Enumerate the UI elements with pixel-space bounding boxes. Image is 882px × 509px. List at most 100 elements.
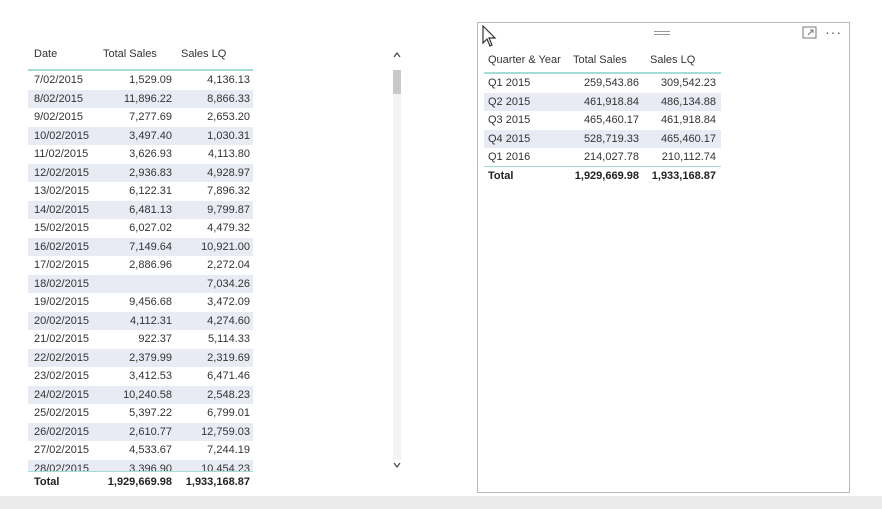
table-row[interactable]: 12/02/2015 2,936.83 4,928.97 — [28, 163, 253, 182]
drag-handle-icon[interactable] — [654, 31, 670, 37]
table-row[interactable]: 25/02/2015 5,397.22 6,799.01 — [28, 404, 253, 422]
cell-date: 17/02/2015 — [34, 259, 90, 271]
cell-sales-lq: 461,918.84 — [660, 114, 716, 126]
column-header-date[interactable]: Date — [34, 48, 57, 60]
cell-quarter-year: Q1 2015 — [488, 77, 531, 89]
cell-date: 23/02/2015 — [34, 370, 90, 382]
table-row[interactable]: 17/02/2015 2,886.96 2,272.04 — [28, 256, 253, 274]
cell-sales-lq: 6,471.46 — [207, 370, 250, 382]
cell-total-sales: 5,397.22 — [129, 407, 172, 419]
cell-sales-lq: 1,030.31 — [207, 129, 250, 142]
cell-date: 9/02/2015 — [34, 111, 83, 123]
cell-date: 8/02/2015 — [34, 92, 83, 105]
cell-sales-lq: 9,799.87 — [207, 203, 250, 216]
cell-sales-lq: 309,542.23 — [660, 77, 716, 89]
cell-total-sales: 3,396.90 — [129, 462, 172, 472]
cell-total-sales: 3,412.53 — [129, 370, 172, 382]
cell-date: 21/02/2015 — [34, 333, 90, 345]
table-row[interactable]: 21/02/2015 922.37 5,114.33 — [28, 330, 253, 348]
cell-total-sales: 465,460.17 — [583, 114, 639, 126]
mouse-cursor-icon — [482, 25, 497, 47]
table-row[interactable]: Q2 2015 461,918.84 486,134.88 — [484, 92, 721, 111]
vertical-scrollbar[interactable] — [391, 40, 403, 480]
cell-sales-lq: 8,866.33 — [207, 92, 250, 105]
total-label: Total — [488, 170, 514, 182]
cell-quarter-year: Q1 2016 — [488, 151, 531, 163]
cell-sales-lq: 486,134.88 — [660, 95, 716, 108]
table-row[interactable]: Q4 2015 528,719.33 465,460.17 — [484, 129, 721, 148]
cell-total-sales: 922.37 — [138, 333, 172, 345]
focus-mode-icon[interactable] — [802, 26, 817, 39]
sales-lq-total: 1,933,168.87 — [185, 476, 250, 488]
scrollbar-track[interactable] — [393, 70, 401, 460]
table-row[interactable]: Q3 2015 465,460.17 461,918.84 — [484, 111, 721, 129]
cell-total-sales: 11,896.22 — [123, 92, 172, 105]
table-row[interactable]: 24/02/2015 10,240.58 2,548.23 — [28, 385, 253, 404]
cell-sales-lq: 5,114.33 — [207, 333, 250, 345]
canvas-bottom-band — [0, 496, 882, 509]
table-body: 7/02/2015 1,529.09 4,136.13 8/02/2015 11,896… — [28, 71, 253, 471]
cell-sales-lq: 210,112.74 — [661, 151, 716, 163]
daily-sales-table[interactable]: Date Total Sales Sales LQ 7/02/2015 1,529… — [28, 40, 403, 492]
table-row[interactable]: 13/02/2015 6,122.31 7,896.32 — [28, 182, 253, 200]
scrollbar-thumb[interactable] — [393, 70, 401, 94]
chevron-up-icon[interactable] — [392, 50, 402, 60]
table-total-row: Total 1,929,669.98 1,933,168.87 — [28, 471, 253, 492]
cell-total-sales: 2,379.99 — [129, 351, 172, 364]
cell-date: 13/02/2015 — [34, 185, 90, 197]
cell-sales-lq: 10,921.00 — [201, 240, 250, 253]
cell-date: 24/02/2015 — [34, 388, 90, 401]
cell-date: 18/02/2015 — [34, 277, 90, 290]
table-row[interactable]: 28/02/2015 3,396.90 10,454.23 — [28, 459, 253, 472]
column-header-total-sales[interactable]: Total Sales — [103, 48, 157, 60]
cell-date: 7/02/2015 — [34, 74, 83, 86]
cell-sales-lq: 2,272.04 — [207, 259, 250, 271]
column-header-sales-lq[interactable]: Sales LQ — [181, 48, 226, 60]
table-row[interactable]: 14/02/2015 6,481.13 9,799.87 — [28, 200, 253, 219]
table-row[interactable]: 11/02/2015 3,626.93 4,113.80 — [28, 145, 253, 163]
cell-date: 26/02/2015 — [34, 425, 90, 438]
column-header-total-sales[interactable]: Total Sales — [573, 54, 627, 66]
total-label: Total — [34, 476, 60, 488]
cell-date: 25/02/2015 — [34, 407, 90, 419]
table-row[interactable]: 22/02/2015 2,379.99 2,319.69 — [28, 348, 253, 367]
table-row[interactable]: 16/02/2015 7,149.64 10,921.00 — [28, 237, 253, 256]
column-header-sales-lq[interactable]: Sales LQ — [650, 54, 695, 66]
table-row[interactable]: 20/02/2015 4,112.31 4,274.60 — [28, 311, 253, 330]
quarterly-sales-table[interactable]: ··· Quarter & Year Total Sales Sales LQ … — [477, 22, 850, 493]
total-sales-total: 1,929,669.98 — [574, 170, 639, 182]
table-row[interactable]: 23/02/2015 3,412.53 6,471.46 — [28, 367, 253, 385]
cell-sales-lq: 4,928.97 — [207, 166, 250, 179]
cell-date: 16/02/2015 — [34, 240, 90, 253]
table-row[interactable]: 27/02/2015 4,533.67 7,244.19 — [28, 441, 253, 459]
table-row[interactable]: 15/02/2015 6,027.02 4,479.32 — [28, 219, 253, 237]
cell-total-sales: 2,886.96 — [129, 259, 172, 271]
more-options-icon[interactable]: ··· — [825, 24, 842, 40]
table-row[interactable]: 19/02/2015 9,456.68 3,472.09 — [28, 293, 253, 311]
table-total-row: Total 1,929,669.98 1,933,168.87 — [484, 166, 721, 185]
table-row[interactable]: 7/02/2015 1,529.09 4,136.13 — [28, 71, 253, 89]
cell-date: 10/02/2015 — [34, 129, 90, 142]
cell-sales-lq: 7,896.32 — [207, 185, 250, 197]
cell-sales-lq: 4,479.32 — [207, 222, 250, 234]
cell-total-sales: 4,533.67 — [129, 444, 172, 456]
table-row[interactable]: Q1 2015 259,543.86 309,542.23 — [484, 74, 721, 92]
chevron-down-icon[interactable] — [392, 460, 402, 470]
table-row[interactable]: 26/02/2015 2,610.77 12,759.03 — [28, 422, 253, 441]
table-row[interactable]: 9/02/2015 7,277.69 2,653.20 — [28, 108, 253, 126]
cell-sales-lq: 7,034.26 — [207, 277, 250, 290]
cell-sales-lq: 2,653.20 — [207, 111, 250, 123]
sales-lq-total: 1,933,168.87 — [651, 170, 716, 182]
column-header-quarter-year[interactable]: Quarter & Year — [488, 54, 561, 66]
cell-date: 20/02/2015 — [34, 314, 90, 327]
table-row[interactable]: 10/02/2015 3,497.40 1,030.31 — [28, 126, 253, 145]
cell-date: 28/02/2015 — [34, 462, 90, 472]
table-row[interactable]: 8/02/2015 11,896.22 8,866.33 — [28, 89, 253, 108]
cell-sales-lq: 7,244.19 — [207, 444, 250, 456]
cell-date: 12/02/2015 — [34, 166, 90, 179]
table-row[interactable]: 18/02/2015 7,034.26 — [28, 274, 253, 293]
cell-total-sales: 2,936.83 — [129, 166, 172, 179]
cell-sales-lq: 465,460.17 — [660, 132, 716, 145]
table-row[interactable]: Q1 2016 214,027.78 210,112.74 — [484, 148, 721, 166]
cell-total-sales: 6,481.13 — [129, 203, 172, 216]
